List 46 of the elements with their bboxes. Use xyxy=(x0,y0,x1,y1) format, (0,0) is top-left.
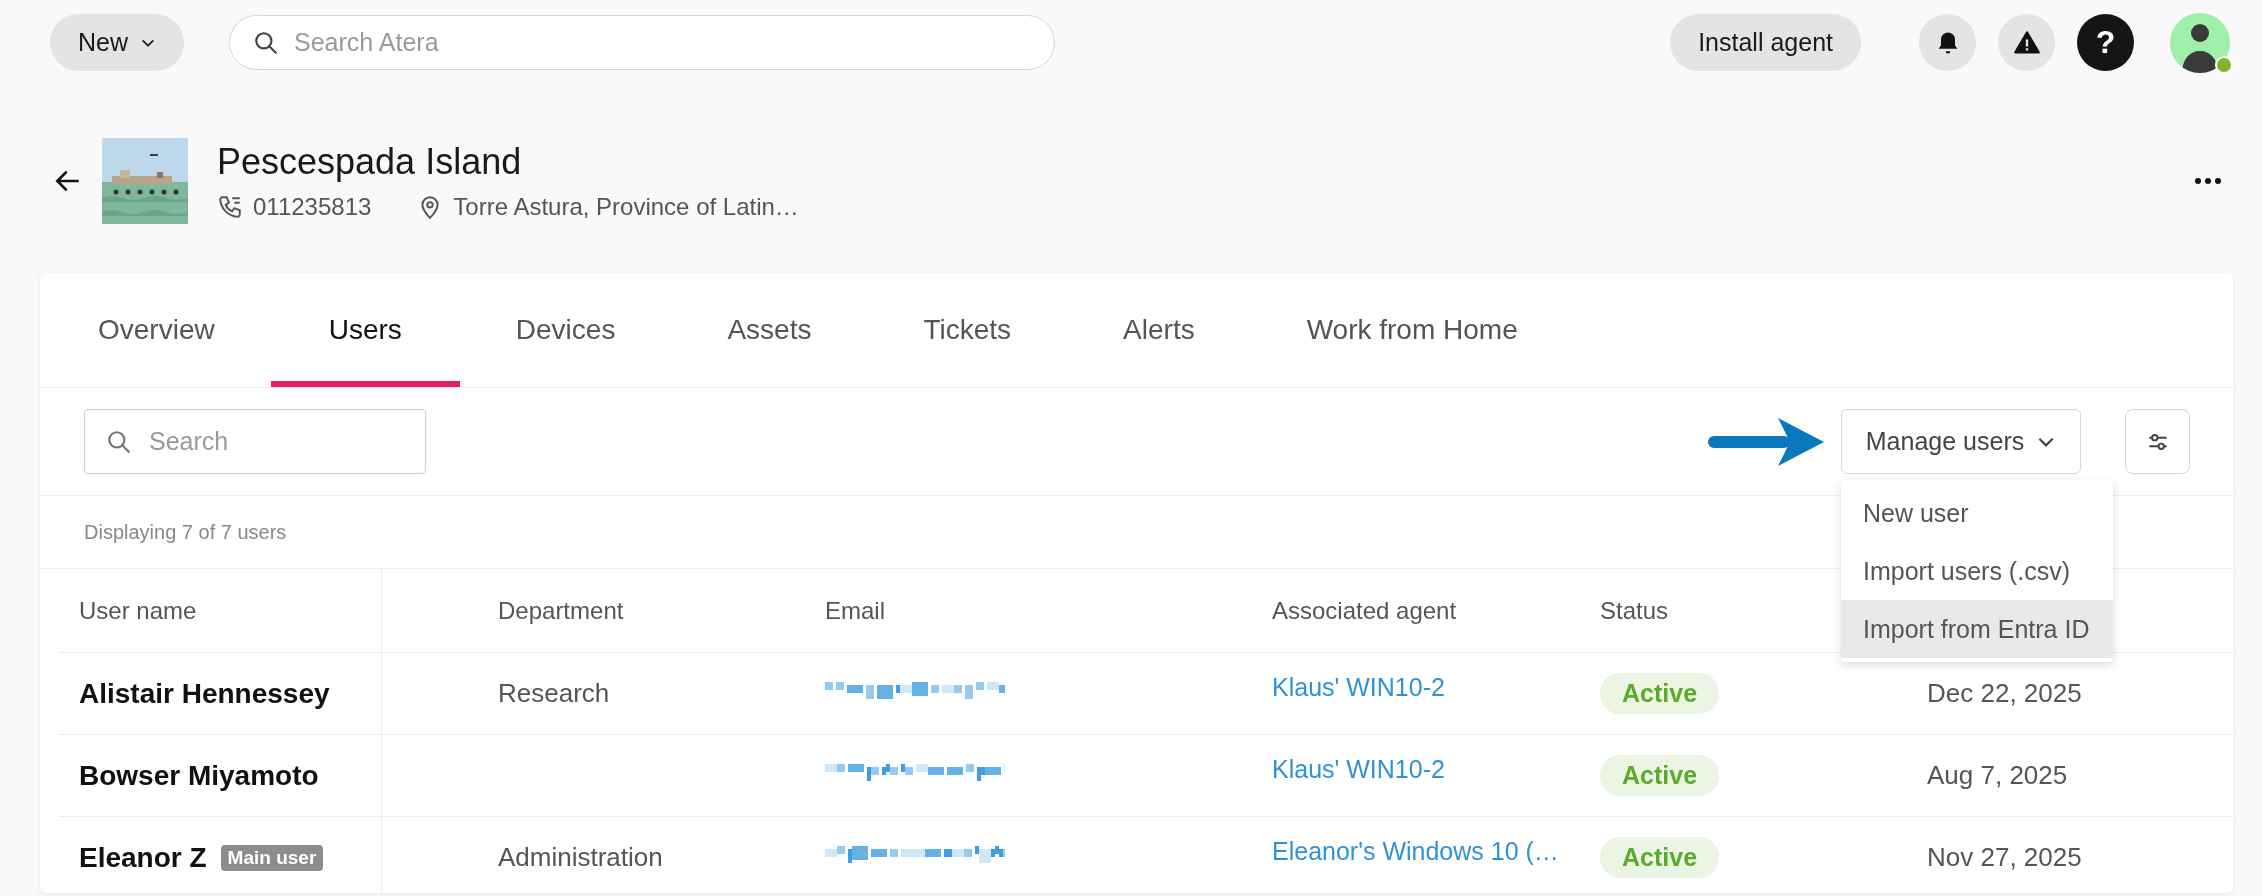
menu-item[interactable]: Import from Entra ID xyxy=(1841,600,2113,658)
main-user-badge: Main user xyxy=(220,844,324,871)
menu-item[interactable]: New user xyxy=(1841,484,2113,542)
user-count: Displaying 7 of 7 users xyxy=(84,520,287,544)
column-header[interactable]: User name xyxy=(79,596,197,625)
date: Aug 7, 2025 xyxy=(1927,760,2068,791)
install-agent-button[interactable]: Install agent xyxy=(1670,14,1861,71)
search-icon xyxy=(106,428,132,455)
search-field[interactable]: Search Atera xyxy=(229,15,1055,70)
phone-number: 011235813 xyxy=(253,192,372,221)
tab[interactable]: Work from Home xyxy=(1250,273,1574,387)
tab[interactable]: Alerts xyxy=(1067,273,1251,387)
tab[interactable]: Devices xyxy=(459,273,672,387)
department: Administration xyxy=(498,842,663,873)
column-header[interactable]: Status xyxy=(1600,596,1669,625)
column-header[interactable]: Email xyxy=(825,596,885,625)
customer-name: Pescespada Island xyxy=(217,140,523,183)
alerts-button[interactable] xyxy=(1998,14,2055,71)
more-button[interactable] xyxy=(2194,176,2222,185)
notifications-button[interactable] xyxy=(1919,14,1976,71)
department: Research xyxy=(498,678,610,709)
manage-users-button[interactable]: Manage users xyxy=(1841,409,2081,474)
column-header[interactable]: Department xyxy=(498,596,624,625)
column-header[interactable]: Associated agent xyxy=(1272,596,1457,625)
help-button[interactable]: ? xyxy=(2077,14,2134,71)
tab[interactable]: Tickets xyxy=(867,273,1068,387)
user-name[interactable]: Eleanor Z xyxy=(79,841,207,874)
tab[interactable]: Assets xyxy=(671,273,868,387)
more-icon xyxy=(2194,176,2222,185)
date: Nov 27, 2025 xyxy=(1927,842,2082,873)
tab[interactable]: Users xyxy=(270,273,460,387)
phone-icon xyxy=(217,193,243,220)
status-badge: Active xyxy=(1600,673,1720,714)
search-field[interactable]: Search xyxy=(84,409,426,474)
search-icon xyxy=(253,29,279,56)
date: Dec 22, 2025 xyxy=(1927,678,2082,709)
new-button[interactable]: New xyxy=(50,14,184,71)
status-badge: Active xyxy=(1600,755,1720,796)
user-name[interactable]: Bowser Miyamoto xyxy=(79,759,319,792)
user-name[interactable]: Alistair Hennessey xyxy=(79,677,330,710)
menu-item[interactable]: Import users (.csv) xyxy=(1841,542,2113,600)
warning-icon xyxy=(2012,28,2041,57)
filter-button[interactable] xyxy=(2125,409,2190,474)
address: Torre Astura, Province of Latin… xyxy=(453,192,799,221)
tab[interactable]: Overview xyxy=(42,273,271,387)
status-badge: Active xyxy=(1600,837,1720,878)
